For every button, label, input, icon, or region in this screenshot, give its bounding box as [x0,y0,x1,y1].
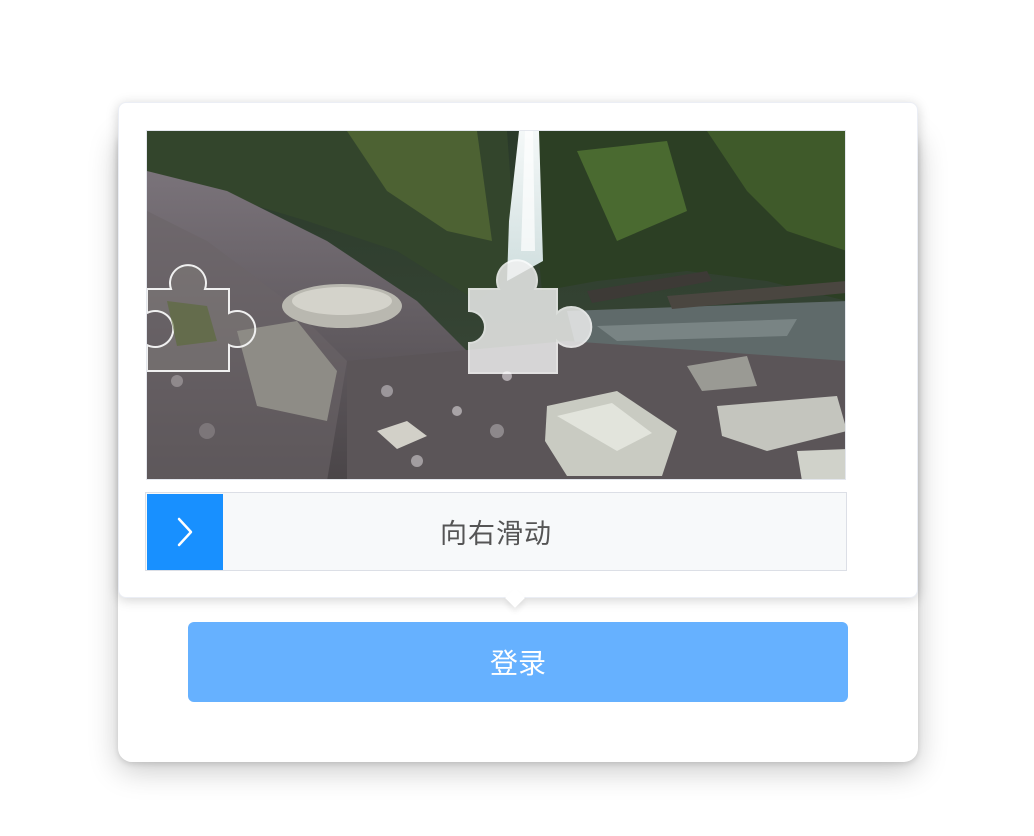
captcha-background-image [146,130,846,480]
slider-handle[interactable] [147,494,223,570]
login-button-label: 登录 [489,647,546,680]
slider-track[interactable]: 向右滑动 [145,492,847,571]
waterfall-scene [147,131,845,479]
login-button[interactable]: 登录 [188,622,848,702]
chevron-right-icon [177,517,193,547]
slider-hint-text: 向右滑动 [440,519,552,550]
